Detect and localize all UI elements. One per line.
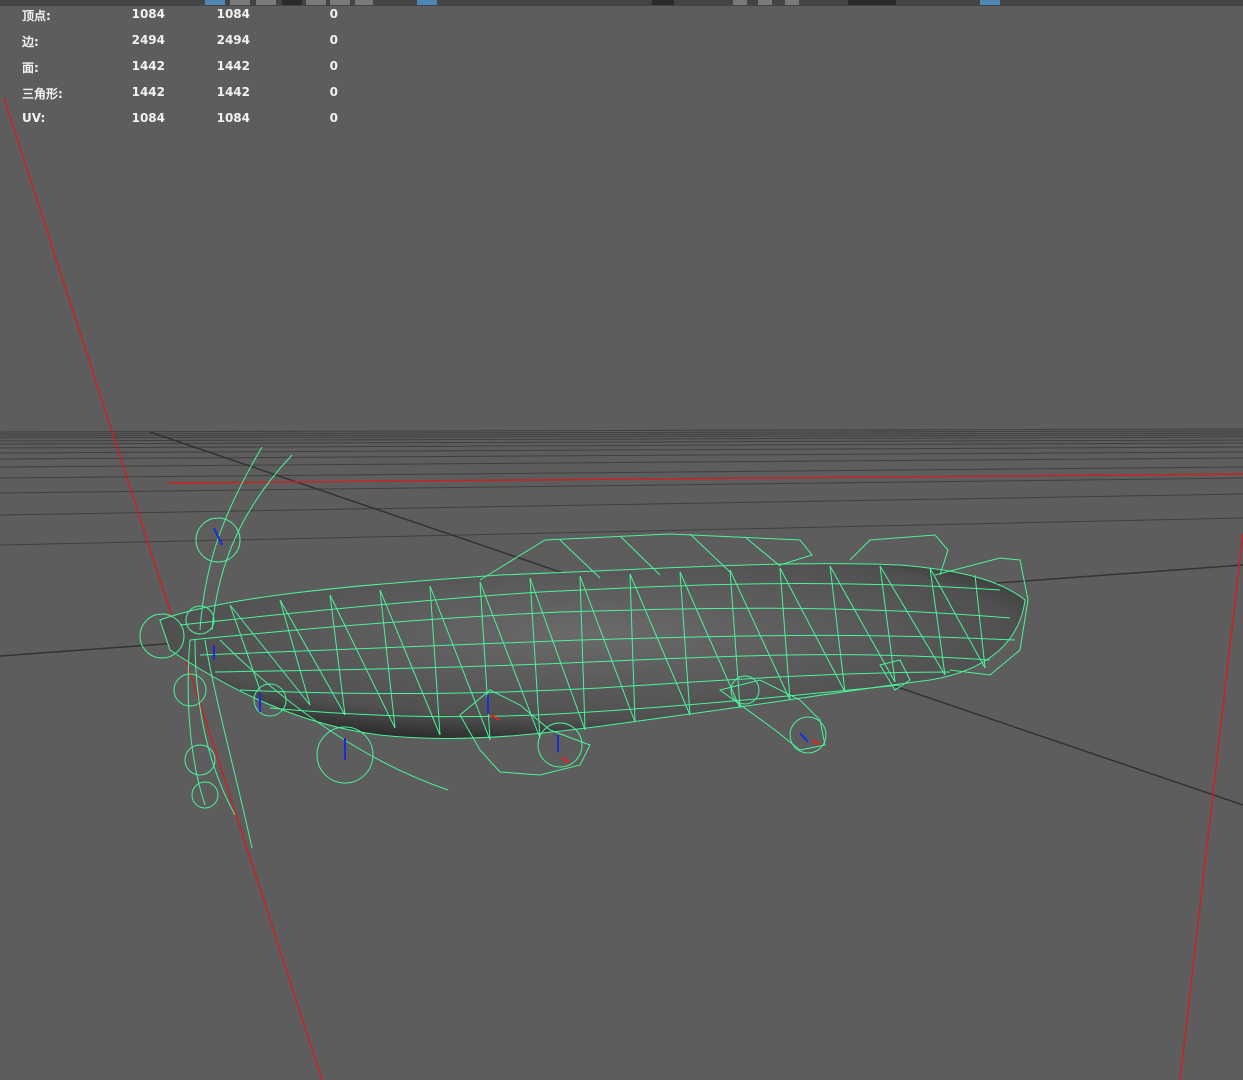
camera-icon[interactable] [848, 0, 896, 5]
viewport-scene[interactable] [0, 0, 1243, 1080]
hud-label: 面: [22, 61, 39, 75]
3d-viewport[interactable]: 顶点: 1084 1084 0 边: 2494 2494 0 面: 1442 1… [0, 0, 1243, 1080]
hud-value: 1442 [131, 59, 165, 73]
hud-value: 1084 [131, 111, 165, 125]
hud-value: 0 [329, 7, 338, 21]
render-icon[interactable] [733, 0, 747, 5]
hud-value: 0 [329, 111, 338, 125]
fish-wireframe-model[interactable] [139, 446, 1029, 849]
hud-label: 三角形: [22, 87, 63, 101]
hud-value: 0 [329, 85, 338, 99]
hud-value: 1084 [131, 7, 165, 21]
poly-count-hud: 顶点: 1084 1084 0 边: 2494 2494 0 面: 1442 1… [0, 0, 360, 130]
hud-label: 顶点: [22, 9, 51, 23]
toolbar-toggle-icon[interactable] [980, 0, 1000, 5]
snap-curve-icon[interactable] [417, 0, 437, 5]
hud-value: 1442 [131, 85, 165, 99]
hud-value: 0 [329, 59, 338, 73]
hud-value: 1442 [216, 59, 250, 73]
hud-value: 2494 [131, 33, 165, 47]
hud-label: 边: [22, 35, 39, 49]
hud-label: UV: [22, 111, 46, 125]
hud-value: 1084 [216, 7, 250, 21]
ipr-icon[interactable] [758, 0, 772, 5]
render-settings-icon[interactable] [785, 0, 799, 5]
snap-point-icon[interactable] [652, 0, 674, 5]
ground-grid [0, 428, 1243, 546]
hud-value: 1442 [216, 85, 250, 99]
hud-value: 0 [329, 33, 338, 47]
hud-value: 1084 [216, 111, 250, 125]
hud-value: 2494 [216, 33, 250, 47]
